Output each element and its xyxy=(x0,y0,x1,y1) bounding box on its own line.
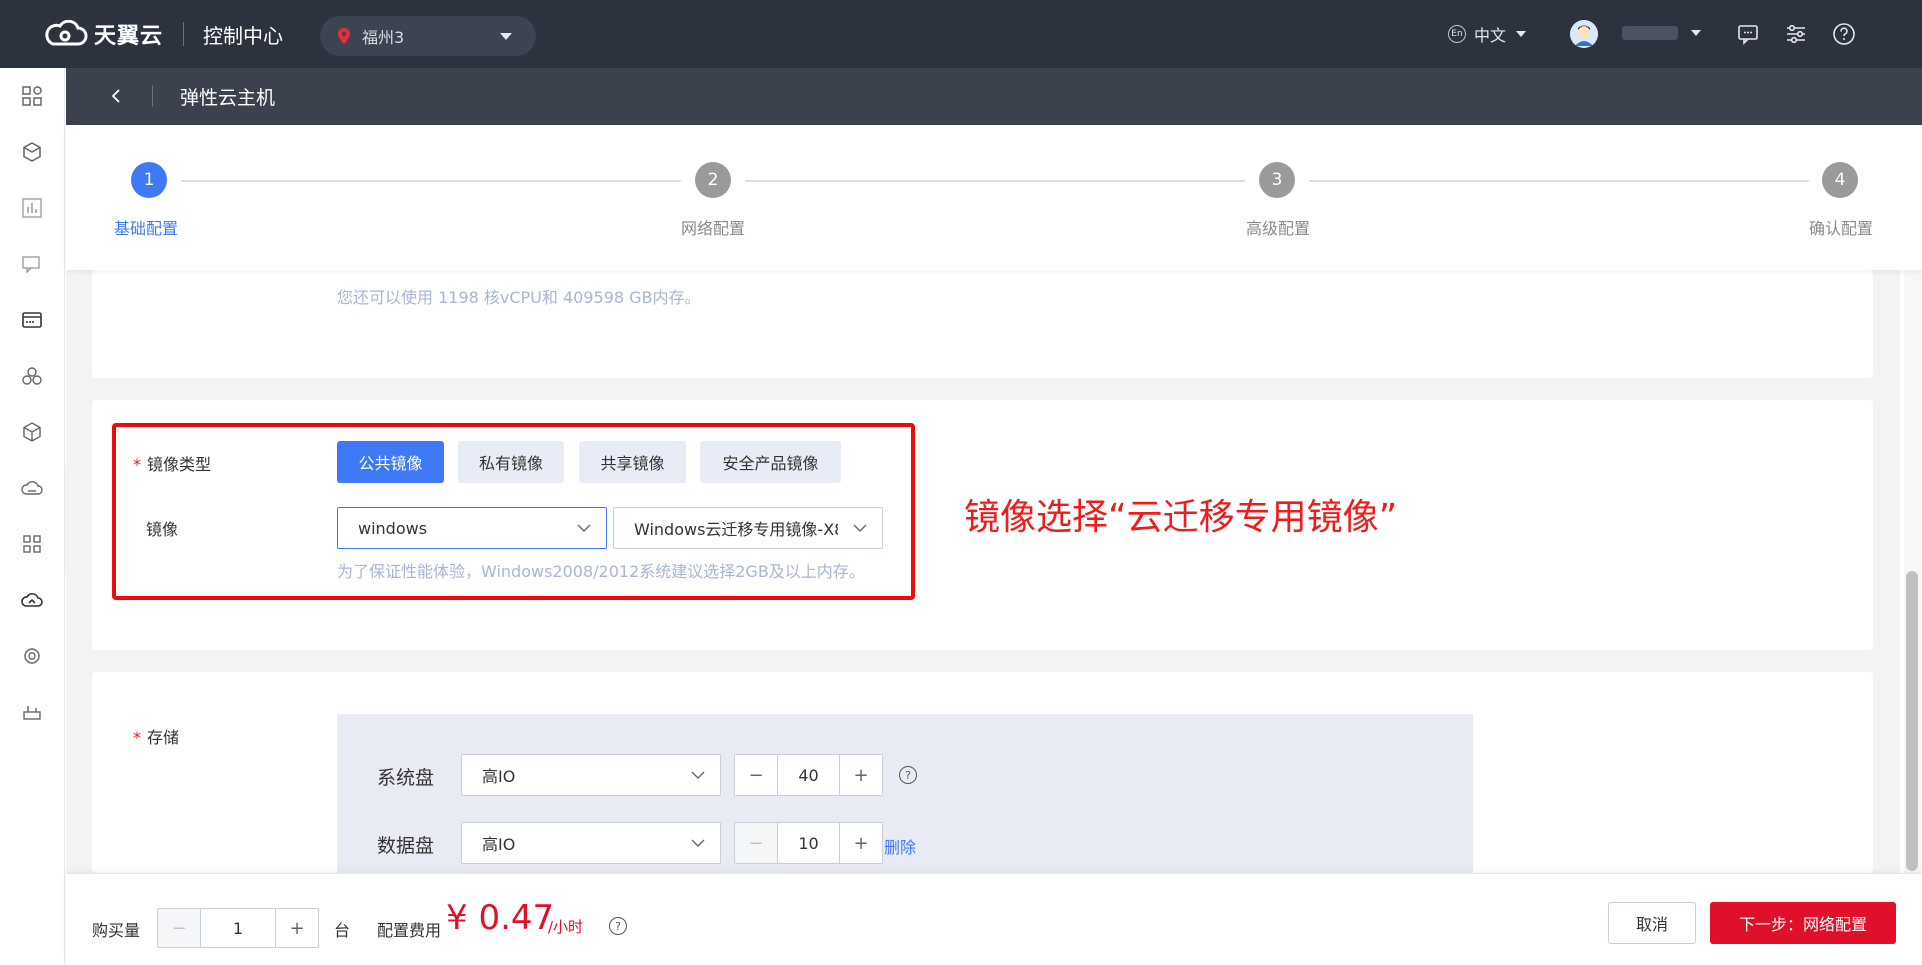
cloud-logo-icon xyxy=(45,20,88,46)
system-disk-type-select[interactable]: 高IO xyxy=(461,754,721,796)
step-2-circle: 2 xyxy=(695,162,731,198)
increment-button[interactable]: + xyxy=(840,755,882,795)
quantity-value[interactable]: 1 xyxy=(200,909,276,947)
language-label: 中文 xyxy=(1474,26,1507,45)
step-3-circle: 3 xyxy=(1259,162,1295,198)
system-disk-type-value: 高IO xyxy=(482,767,516,786)
user-avatar-icon xyxy=(1570,20,1598,48)
brand-name: 天翼云 xyxy=(94,24,164,49)
progress-steps: 1 基础配置 2 网络配置 3 高级配置 4 确认配置 xyxy=(66,125,1922,270)
cube-icon[interactable] xyxy=(20,140,44,164)
divider xyxy=(183,22,184,46)
quantity-label: 购买量 xyxy=(92,921,141,940)
chevron-down-icon xyxy=(1516,31,1527,37)
step-4-label: 确认配置 xyxy=(1809,219,1874,238)
spec-card: 您还可以使用 1198 核vCPU和 409598 GB内存。 xyxy=(92,270,1873,378)
increment-button[interactable]: + xyxy=(276,909,318,947)
storage-label: * 存储 xyxy=(133,728,180,747)
highlight-box xyxy=(112,423,915,600)
annotation-text: 镜像选择“云迁移专用镜像” xyxy=(964,497,1398,538)
data-disk-label: 数据盘 xyxy=(377,835,435,857)
system-disk-label: 系统盘 xyxy=(377,767,435,789)
message-icon[interactable] xyxy=(1736,22,1760,46)
language-icon: En xyxy=(1448,25,1466,43)
system-disk-size-stepper: − 40 + xyxy=(734,754,883,796)
cluster-icon[interactable] xyxy=(20,364,44,388)
console-title[interactable]: 控制中心 xyxy=(203,20,283,49)
help-icon[interactable]: ? xyxy=(899,766,917,784)
region-selector[interactable]: 福州3 xyxy=(320,16,536,56)
data-disk-size-stepper: − 10 + xyxy=(734,822,883,864)
region-label: 福州3 xyxy=(362,28,405,47)
quantity-stepper: − 1 + xyxy=(157,908,319,948)
page-header: 弹性云主机 xyxy=(66,68,1922,125)
data-disk-size-value[interactable]: 10 xyxy=(777,823,840,863)
server-icon[interactable] xyxy=(20,308,44,332)
system-disk-size-value[interactable]: 40 xyxy=(777,755,840,795)
cloud-sync-icon[interactable] xyxy=(20,588,44,612)
chevron-down-icon[interactable] xyxy=(1691,30,1701,36)
scrollbar-thumb[interactable] xyxy=(1906,571,1918,871)
dashboard-icon[interactable] xyxy=(20,84,44,108)
step-1-label: 基础配置 xyxy=(114,219,179,238)
help-icon[interactable]: ? xyxy=(609,917,627,935)
decrement-button[interactable]: − xyxy=(735,755,777,795)
fee-label: 配置费用 xyxy=(377,921,442,940)
language-selector[interactable]: En 中文 xyxy=(1448,22,1527,46)
network-icon[interactable] xyxy=(20,532,44,556)
chevron-down-icon xyxy=(500,33,512,40)
tools-icon[interactable] xyxy=(20,700,44,724)
chevron-down-icon xyxy=(691,771,705,779)
chevron-left-icon[interactable] xyxy=(106,86,126,106)
quota-hint: 您还可以使用 1198 核vCPU和 409598 GB内存。 xyxy=(337,288,701,307)
cloud-storage-icon[interactable] xyxy=(20,476,44,500)
username-redacted[interactable] xyxy=(1622,26,1678,40)
decrement-button[interactable]: − xyxy=(735,823,777,863)
divider xyxy=(152,85,153,107)
location-pin-icon xyxy=(338,28,350,44)
unit-label: 台 xyxy=(334,921,351,940)
chat-icon[interactable] xyxy=(20,252,44,276)
price-unit: /小时 xyxy=(548,918,584,936)
top-navbar: 天翼云 控制中心 福州3 En 中文 xyxy=(0,0,1922,68)
decrement-button[interactable]: − xyxy=(158,909,200,947)
step-connector xyxy=(745,180,1245,182)
security-icon[interactable] xyxy=(20,644,44,668)
step-2-label: 网络配置 xyxy=(681,219,746,238)
page-title: 弹性云主机 xyxy=(180,87,276,109)
cancel-button[interactable]: 取消 xyxy=(1608,902,1696,944)
avatar[interactable] xyxy=(1570,20,1598,48)
chevron-down-icon xyxy=(691,839,705,847)
step-connector xyxy=(181,180,681,182)
chart-icon[interactable] xyxy=(20,196,44,220)
step-4-circle: 4 xyxy=(1822,162,1858,198)
left-sidebar xyxy=(0,68,65,965)
required-mark: * xyxy=(133,728,141,747)
data-disk-type-select[interactable]: 高IO xyxy=(461,822,721,864)
step-connector xyxy=(1309,180,1809,182)
step-3-label: 高级配置 xyxy=(1246,219,1311,238)
increment-button[interactable]: + xyxy=(840,823,882,863)
data-disk-type-value: 高IO xyxy=(482,835,516,854)
help-icon[interactable] xyxy=(1832,22,1856,46)
box-icon[interactable] xyxy=(20,420,44,444)
delete-data-disk-link[interactable]: 删除 xyxy=(884,834,916,858)
price-value: ¥ 0.47 xyxy=(446,898,555,938)
settings-sliders-icon[interactable] xyxy=(1784,22,1808,46)
next-step-button[interactable]: 下一步：网络配置 xyxy=(1710,902,1896,944)
step-1-circle: 1 xyxy=(131,162,167,198)
logo[interactable]: 天翼云 xyxy=(40,18,163,50)
